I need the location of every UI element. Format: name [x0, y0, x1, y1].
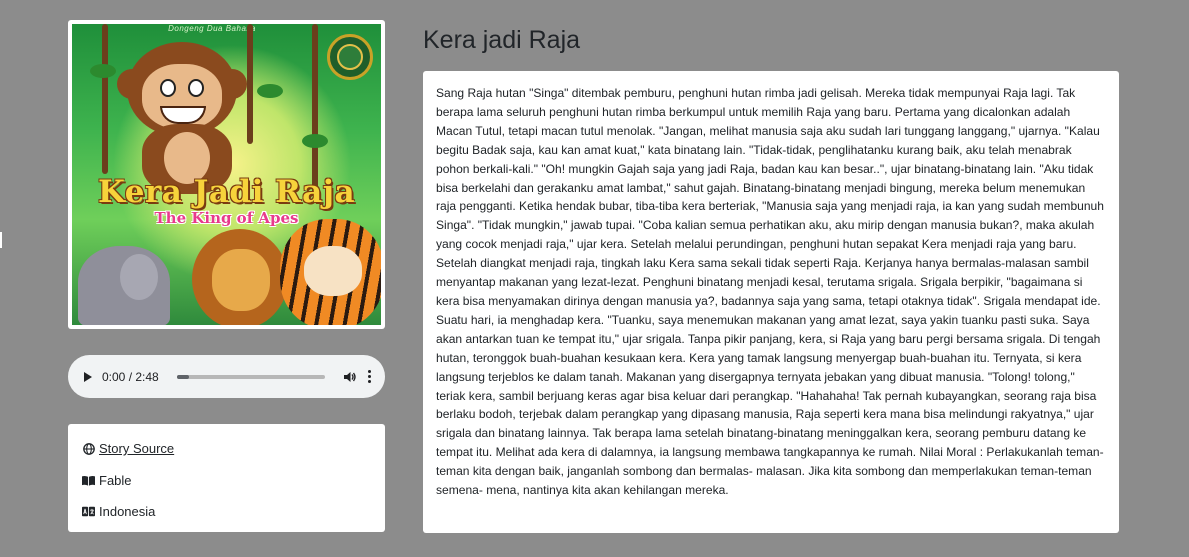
translate-icon [82, 506, 95, 518]
page-edge-marker [0, 232, 2, 248]
lion-face [212, 249, 270, 311]
globe-icon [82, 442, 95, 455]
open-book-icon [82, 474, 95, 486]
cover-title: Kera Jadi Raja [97, 174, 356, 210]
story-card: Sang Raja hutan "Singa" ditembak pemburu… [423, 71, 1119, 533]
audio-progress-fill [176, 374, 189, 379]
cover-image-frame: Dongeng Dua Bahasa Kera Jadi Raja The Ki… [68, 20, 385, 329]
left-column: Dongeng Dua Bahasa Kera Jadi Raja The Ki… [68, 20, 385, 532]
cover-vine [312, 24, 318, 194]
elephant-ear [120, 254, 158, 300]
monkey-eye [160, 79, 176, 97]
cover-illustration: Dongeng Dua Bahasa Kera Jadi Raja The Ki… [72, 24, 381, 325]
meta-row-source: Story Source [82, 438, 371, 459]
tiger-face [304, 246, 362, 296]
more-vert-icon[interactable] [367, 370, 371, 383]
story-text: Sang Raja hutan "Singa" ditembak pemburu… [436, 86, 1104, 498]
story-title: Kera jadi Raja [423, 26, 581, 54]
audio-progress-slider[interactable] [176, 374, 325, 379]
volume-icon[interactable] [343, 370, 357, 384]
story-language: Indonesia [99, 504, 156, 519]
monkey-eye [188, 79, 204, 97]
cover-vine [102, 24, 108, 174]
play-icon[interactable] [84, 371, 92, 382]
audio-time: 0:00 / 2:48 [102, 369, 159, 384]
story-meta-card: Story Source Fable Indonesia [68, 424, 385, 532]
cover-badge-inner [337, 44, 363, 70]
cover-subtitle: The King of Apes [154, 209, 299, 227]
story-source-link[interactable]: Story Source [99, 441, 174, 456]
meta-row-language: Indonesia [82, 501, 371, 522]
cover-top-text: Dongeng Dua Bahasa [168, 24, 256, 33]
volume-icon-glyph [344, 371, 356, 382]
cover-leaf [90, 64, 116, 78]
cover-leaf [302, 134, 328, 148]
meta-row-genre: Fable [82, 470, 371, 491]
audio-player: 0:00 / 2:48 [68, 355, 385, 398]
cover-leaf [257, 84, 283, 98]
cover-vine [247, 24, 253, 144]
story-genre: Fable [99, 472, 132, 488]
